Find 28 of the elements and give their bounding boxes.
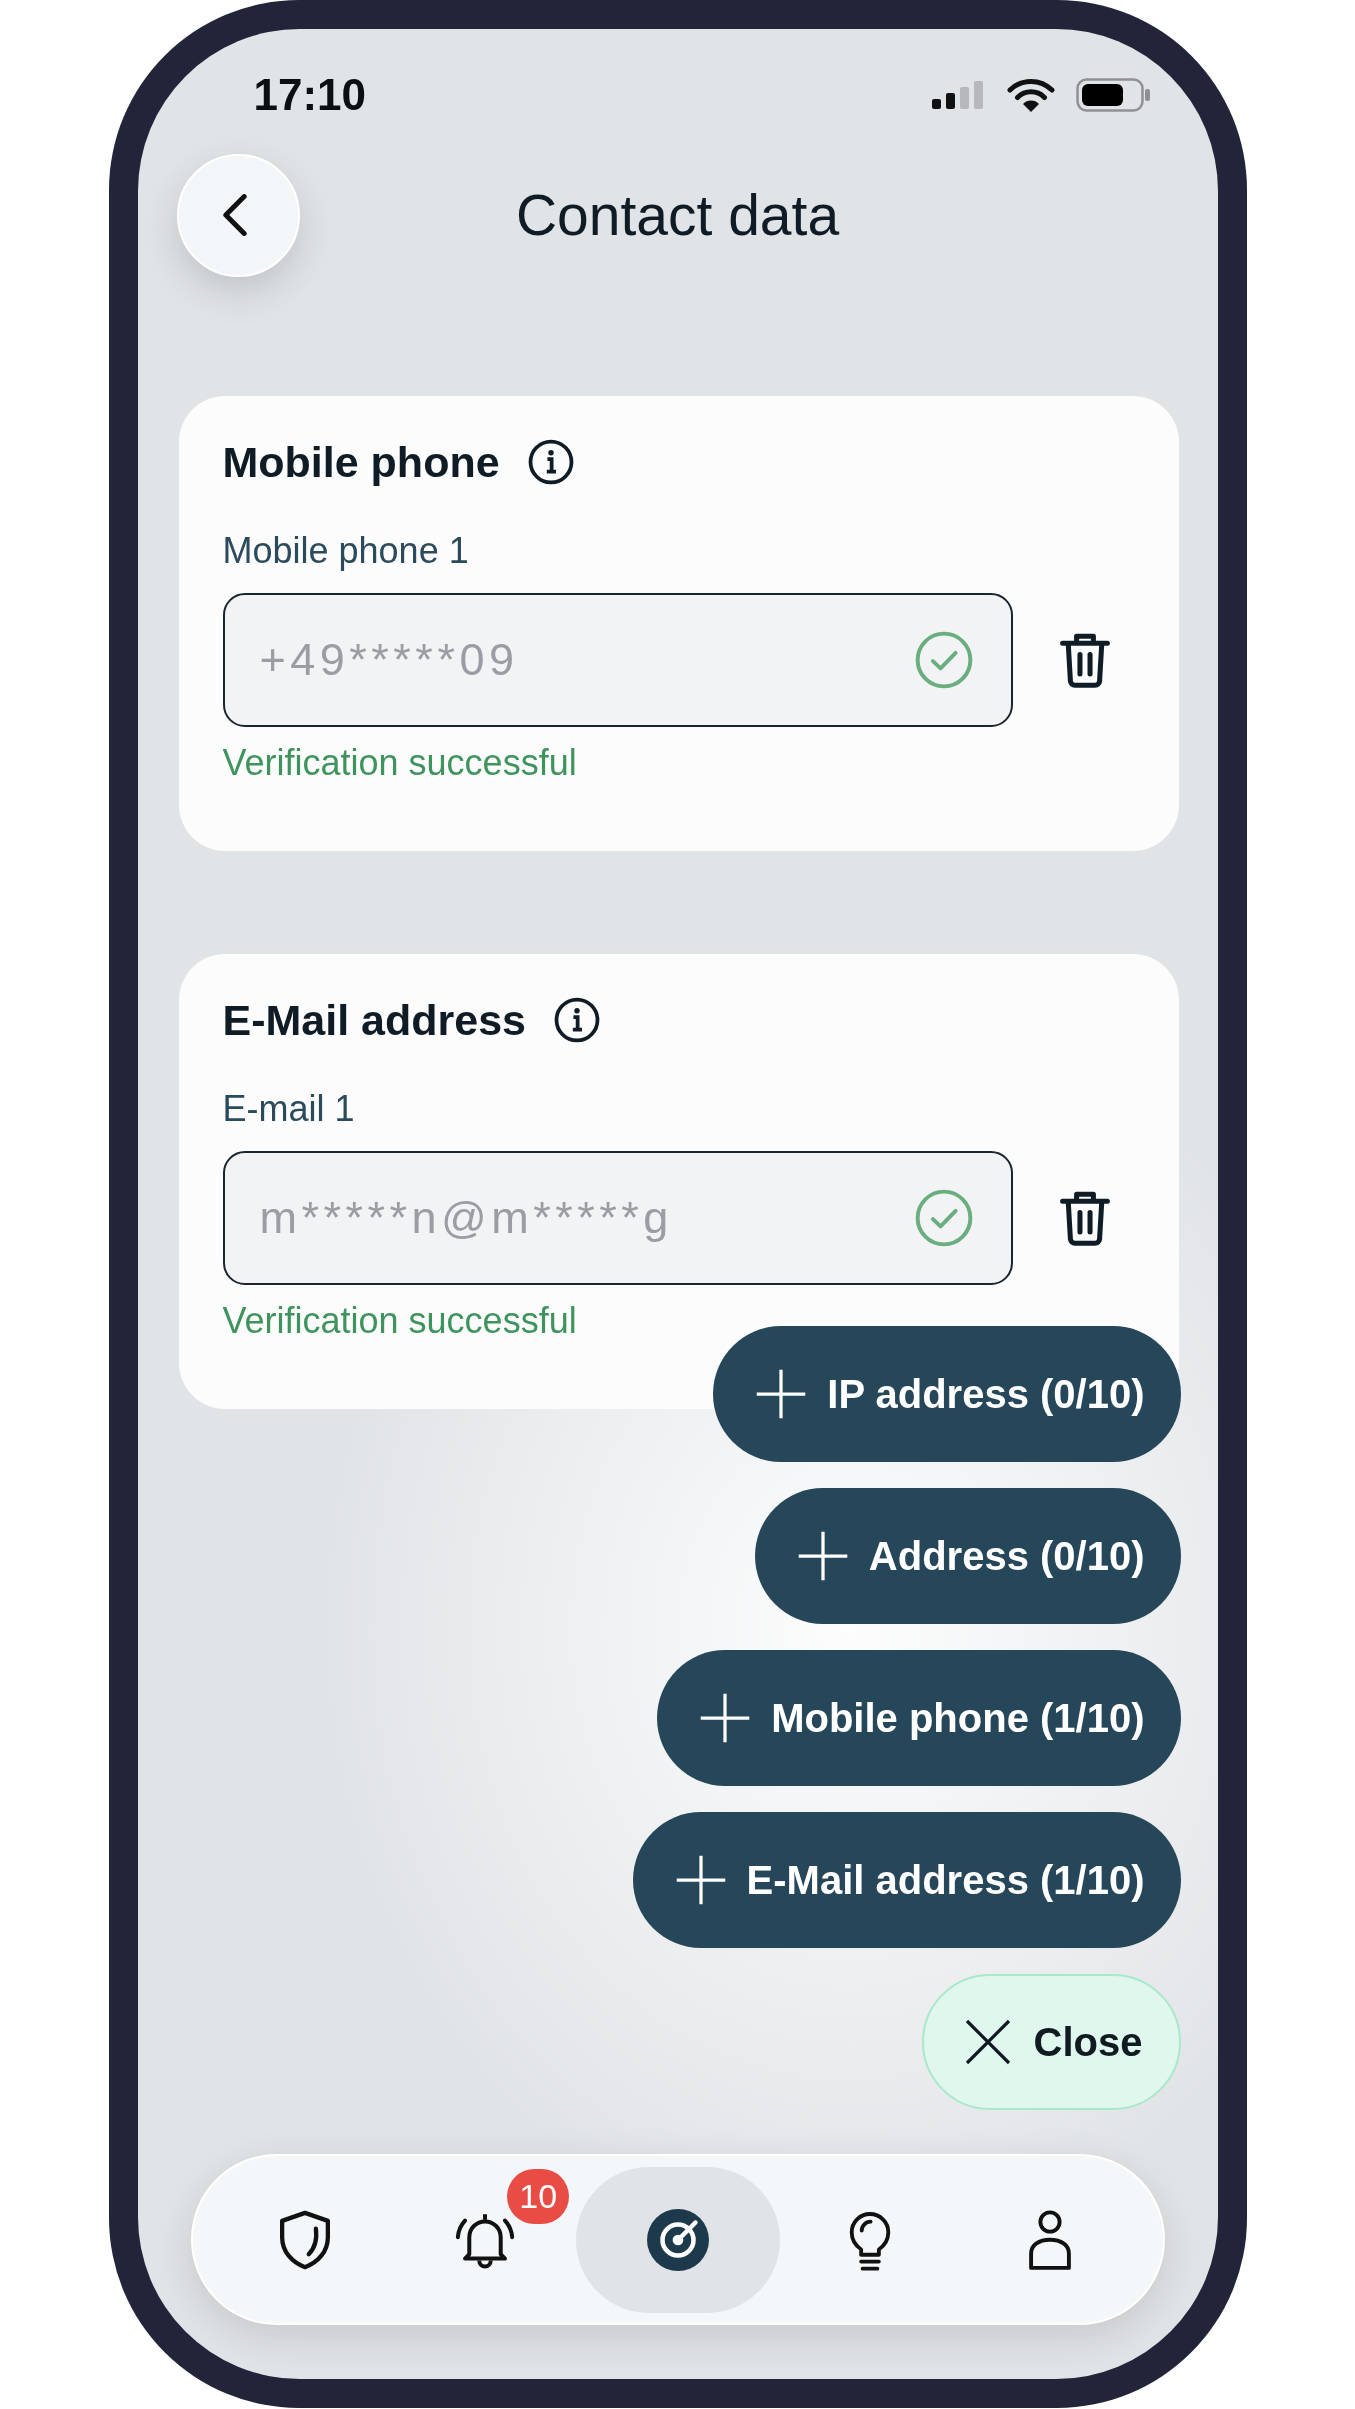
info-icon[interactable] <box>527 439 574 485</box>
add-option-button[interactable]: IP address (0/10) <box>713 1326 1181 1462</box>
add-option-button[interactable]: Address (0/10) <box>754 1488 1181 1624</box>
verification-status: Verification successful <box>222 1301 577 1341</box>
field-label: Mobile phone 1 <box>222 531 469 571</box>
add-option-button[interactable]: E-Mail address (1/10) <box>632 1812 1181 1948</box>
battery-icon <box>1075 78 1151 112</box>
wifi-icon <box>1006 77 1055 113</box>
verification-status: Verification successful <box>222 743 577 783</box>
plus-icon <box>674 1854 727 1906</box>
add-option-button[interactable]: Mobile phone (1/10) <box>657 1650 1181 1786</box>
chevron-left-icon <box>223 194 247 236</box>
radar-icon <box>646 2208 709 2271</box>
page-title: Contact data <box>515 181 840 249</box>
field-label: E-mail 1 <box>222 1089 355 1129</box>
notification-badge: 10 <box>507 2168 570 2224</box>
signal-icon <box>931 81 986 109</box>
plus-icon <box>699 1692 752 1744</box>
close-button[interactable]: Close <box>921 1974 1181 2110</box>
section-title: Mobile phone <box>222 438 500 486</box>
shield-icon <box>278 2209 331 2270</box>
plus-icon <box>755 1368 808 1420</box>
section-title: E-Mail address <box>222 996 526 1044</box>
status-time: 17:10 <box>253 73 367 117</box>
info-icon[interactable] <box>554 997 600 1043</box>
close-icon <box>963 2018 1012 2066</box>
plus-icon <box>796 1530 849 1582</box>
person-icon <box>1027 2209 1074 2270</box>
